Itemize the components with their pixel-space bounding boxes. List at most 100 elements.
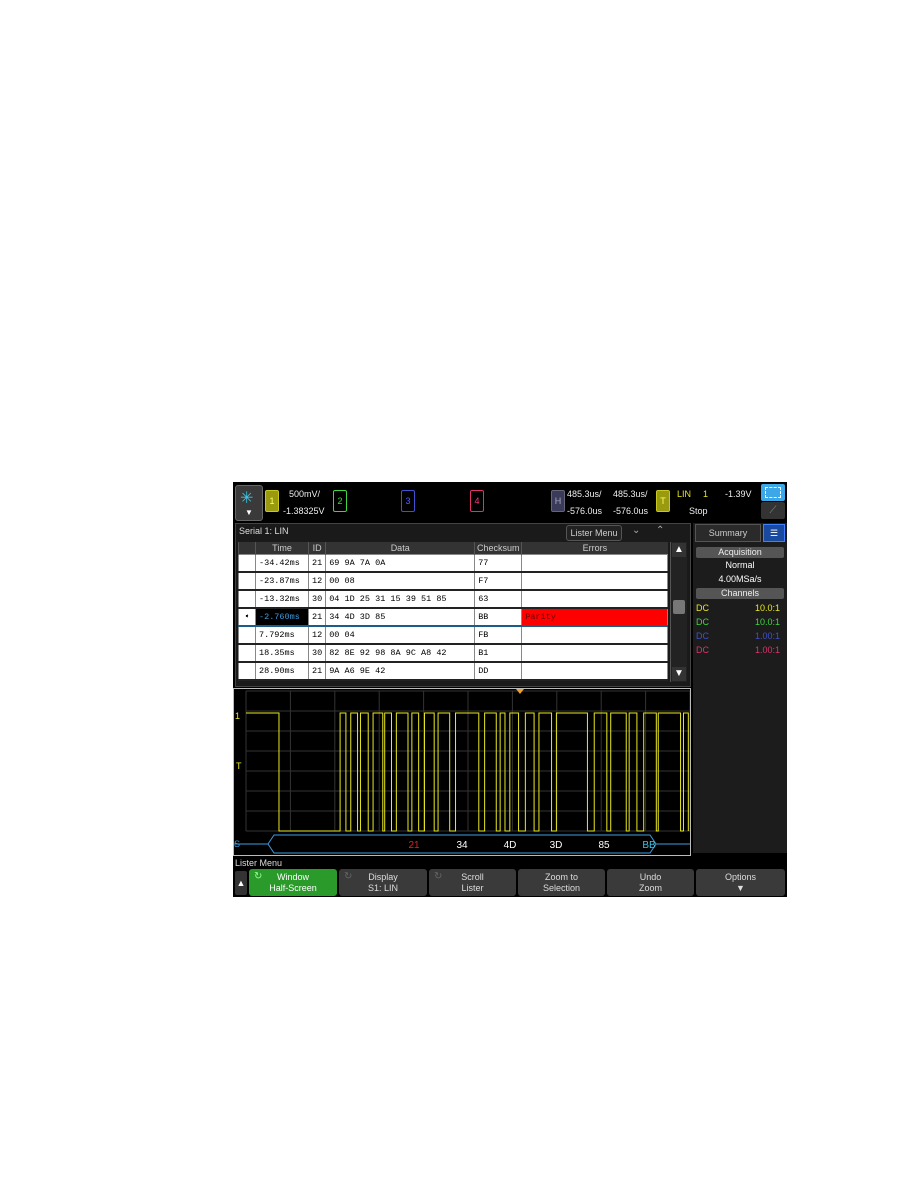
trigger-level: -1.39V xyxy=(725,489,752,499)
acq-mode: Normal xyxy=(725,560,755,570)
h-delay-zoom: -576.0us xyxy=(613,506,649,516)
decoded-byte-label: 34 xyxy=(456,840,468,851)
waveform-svg: 1 T S 21 34 4D 3D 85 BB xyxy=(234,689,691,854)
zoom-to-selection-softkey[interactable]: Zoom to Selection xyxy=(518,869,605,896)
chevron-down-icon: ▼ xyxy=(245,508,253,517)
decoded-byte-label: 85 xyxy=(598,840,610,851)
lister-row[interactable]: 7.792ms 12 00 04 FB xyxy=(238,625,668,645)
menu-back-up-arrow-icon[interactable]: ▲ xyxy=(235,871,247,895)
softkey-bar: ▲ ↻ Window Half-Screen ↻ Display S1: LIN ↻ Scro… xyxy=(233,869,787,897)
row-time: -23.87ms xyxy=(255,571,309,591)
rotate-knob-icon: ↻ xyxy=(254,871,263,882)
h-scale-zoom: 485.3us/ xyxy=(613,489,648,499)
run-state: Stop xyxy=(689,506,708,516)
h-scale-main: 485.3us/ xyxy=(567,489,602,499)
snowflake-icon: ✳ xyxy=(240,490,254,507)
row-data: 00 04 xyxy=(325,625,476,645)
main-menu-button[interactable]: ✳ ▼ xyxy=(235,485,263,521)
row-time: -13.32ms xyxy=(255,589,309,609)
softkey-line2: S1: LIN xyxy=(367,883,398,893)
list-icon[interactable]: ☰ xyxy=(763,524,785,542)
lister-row[interactable]: 28.90ms 21 9A A6 9E 42 DD xyxy=(238,661,668,681)
channel-coupling: DC xyxy=(696,603,709,613)
summary-panel: Summary ☰ Acquisition Normal 4.00MSa/s C… xyxy=(693,523,787,853)
lister-menu-button[interactable]: Lister Menu xyxy=(566,525,622,541)
trigger-level-marker: T xyxy=(236,761,242,771)
expand-up-icon[interactable]: ⌃ xyxy=(656,525,664,536)
measure-icon: ⟋ xyxy=(769,505,777,516)
lister-row[interactable]: -23.87ms 12 00 08 F7 xyxy=(238,571,668,591)
channel-coupling: DC xyxy=(696,631,709,641)
col-data: Data xyxy=(325,542,475,555)
zoom-select-button[interactable] xyxy=(761,484,785,501)
channel-1-marker: 1 xyxy=(235,711,240,721)
softkey-line1: Undo xyxy=(639,872,662,882)
channel-3-button[interactable]: 3 xyxy=(401,490,415,512)
row-errors xyxy=(521,643,668,663)
collapse-down-icon[interactable]: ⌄ xyxy=(632,525,640,536)
current-row-arrow-icon: ➧ xyxy=(244,612,250,622)
ch1-scale: 500mV/ xyxy=(289,489,321,499)
options-softkey[interactable]: Options ▼ xyxy=(696,869,785,896)
oscilloscope-screen: ✳ ▼ 1 500mV/ -1.38325V 2 3 4 H 485.3us/ … xyxy=(233,482,787,897)
measure-button[interactable]: ⟋ xyxy=(761,502,785,519)
summary-tab[interactable]: Summary xyxy=(695,524,761,542)
col-time: Time xyxy=(255,542,309,555)
col-checksum: Checksum xyxy=(474,542,522,555)
softkey-line2: Selection xyxy=(542,883,581,893)
scroll-thumb[interactable] xyxy=(673,600,685,615)
row-data: 00 08 xyxy=(325,571,476,591)
row-time: -34.42ms xyxy=(255,554,309,573)
channel-1-button[interactable]: 1 xyxy=(265,490,279,512)
channel-summary-row: DC 10.0:1 xyxy=(696,603,784,613)
lister-row[interactable]: ➧ -2.760ms 21 34 4D 3D 85 BB Parity xyxy=(238,607,668,627)
channel-summary-row: DC 1.00:1 xyxy=(696,645,784,655)
row-errors: Parity xyxy=(521,607,668,627)
trigger-button[interactable]: T xyxy=(656,490,670,512)
horizontal-button[interactable]: H xyxy=(551,490,565,512)
h-delay-main: -576.0us xyxy=(567,506,603,516)
lister-row[interactable]: -13.32ms 30 04 1D 25 31 15 39 51 85 63 xyxy=(238,589,668,609)
row-data: 9A A6 9E 42 xyxy=(325,661,476,681)
row-checksum: 63 xyxy=(474,589,523,609)
row-marker xyxy=(238,625,256,645)
row-id: 12 xyxy=(307,571,327,591)
scroll-up-arrow-icon[interactable]: ▲ xyxy=(672,543,686,557)
row-marker xyxy=(238,643,256,663)
channel-summary-row: DC 10.0:1 xyxy=(696,617,784,627)
bus-marker: S xyxy=(234,839,240,849)
waveform-display[interactable]: 1 T S 21 34 4D 3D 85 BB xyxy=(233,688,691,856)
rotate-knob-icon: ↻ xyxy=(344,871,353,882)
row-checksum: F7 xyxy=(474,571,523,591)
row-checksum: BB xyxy=(474,607,523,627)
display-softkey[interactable]: ↻ Display S1: LIN xyxy=(339,869,427,896)
window-softkey[interactable]: ↻ Window Half-Screen xyxy=(249,869,337,896)
row-marker xyxy=(238,661,256,681)
softkey-line1: Options xyxy=(724,872,757,882)
row-marker xyxy=(238,554,256,573)
row-time: 28.90ms xyxy=(255,661,309,681)
scroll-softkey[interactable]: ↻ Scroll Lister xyxy=(429,869,516,896)
col-id: ID xyxy=(307,542,326,555)
row-checksum: DD xyxy=(474,661,523,681)
undo-zoom-softkey[interactable]: Undo Zoom xyxy=(607,869,694,896)
row-marker xyxy=(238,571,256,591)
channel-probe-ratio: 10.0:1 xyxy=(754,603,780,613)
channel-2-button[interactable]: 2 xyxy=(333,490,347,512)
lister-scrollbar[interactable]: ▲ ▼ xyxy=(670,542,687,682)
channel-probe-ratio: 1.00:1 xyxy=(754,645,780,655)
rotate-knob-icon: ↻ xyxy=(434,871,443,882)
channel-summary-row: DC 1.00:1 xyxy=(696,631,784,641)
scroll-down-arrow-icon[interactable]: ▼ xyxy=(672,667,686,681)
row-data: 69 9A 7A 0A xyxy=(325,554,476,573)
trigger-source: 1 xyxy=(703,489,709,499)
row-checksum: B1 xyxy=(474,643,523,663)
col-errors: Errors xyxy=(521,542,668,555)
lister-row[interactable]: -34.42ms 21 69 9A 7A 0A 77 xyxy=(238,554,668,573)
channel-4-button[interactable]: 4 xyxy=(470,490,484,512)
decoded-byte-label: 21 xyxy=(408,840,420,851)
row-time: 7.792ms xyxy=(255,625,309,645)
row-errors xyxy=(521,589,668,609)
row-checksum: FB xyxy=(474,625,523,645)
lister-row[interactable]: 18.35ms 30 82 8E 92 98 8A 9C A8 42 B1 xyxy=(238,643,668,663)
